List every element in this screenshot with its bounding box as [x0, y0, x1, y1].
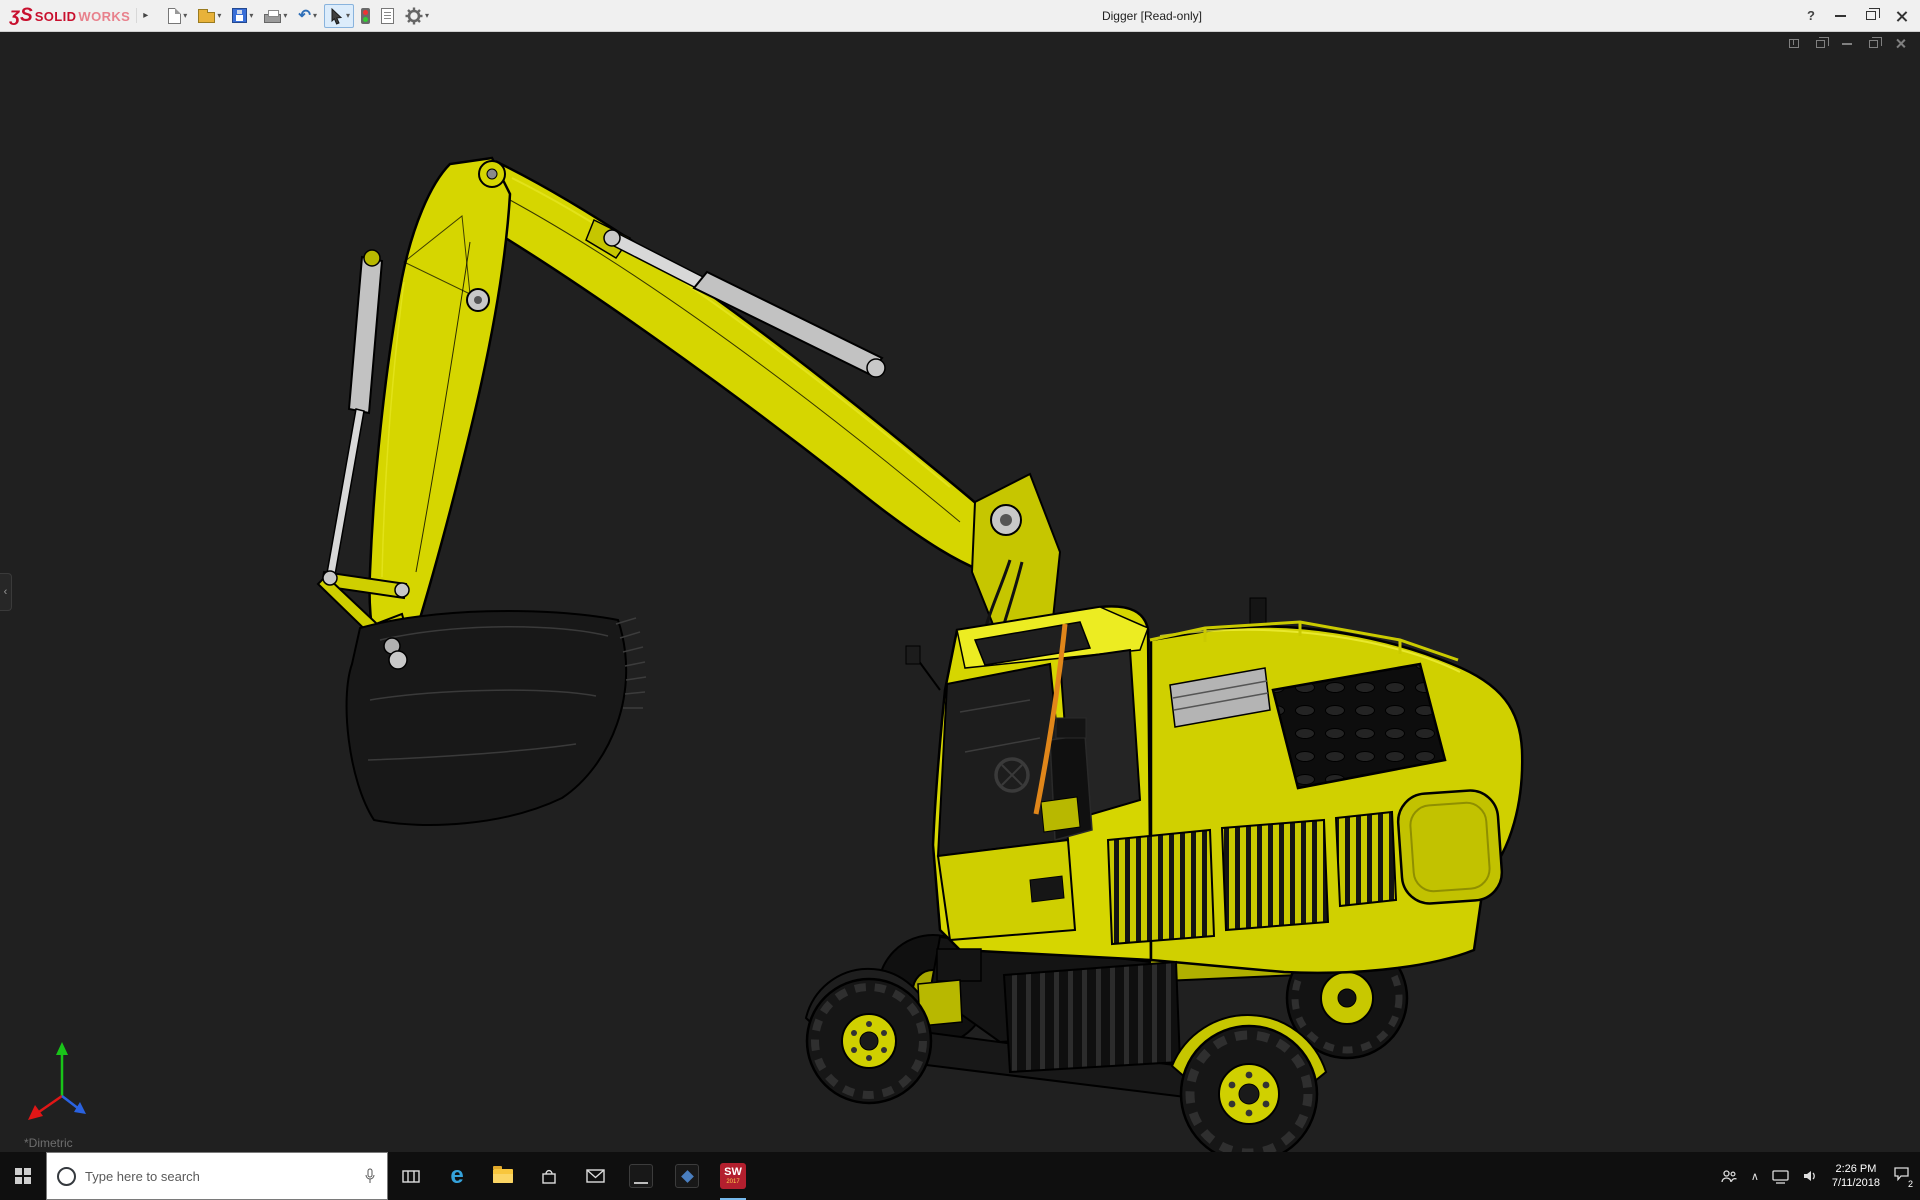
notification-badge: 2 [1906, 1179, 1914, 1189]
open-button[interactable]: ▾ [194, 4, 225, 28]
minimize-button[interactable] [1835, 14, 1846, 17]
engine-body [1106, 597, 1524, 975]
new-document-icon [168, 7, 182, 24]
mail-button[interactable] [572, 1152, 618, 1200]
document-restore-icon[interactable] [1869, 36, 1882, 48]
volume-icon[interactable] [1802, 1169, 1819, 1183]
clock-date: 7/11/2018 [1831, 1177, 1880, 1189]
cortana-icon [57, 1166, 76, 1186]
microphone-icon[interactable] [363, 1168, 377, 1185]
file-properties-button[interactable] [377, 4, 398, 28]
solidworks-app-icon: SW 2017 [720, 1163, 746, 1189]
window-title: Digger [Read-only] [1101, 8, 1203, 23]
help-button[interactable]: ? [1807, 8, 1815, 23]
windows-taskbar: Type here to search e SW 2017 ∧ 2:26 PM … [0, 1152, 1920, 1200]
undo-icon: ↶ [298, 7, 311, 24]
save-icon [232, 8, 248, 23]
chevron-down-icon[interactable]: ▾ [217, 11, 221, 20]
system-tray: ∧ 2:26 PM 7/11/2018 2 [1720, 1162, 1920, 1191]
3d-viewer-icon [675, 1164, 699, 1188]
rebuild-button[interactable] [357, 4, 374, 28]
network-icon[interactable] [1772, 1169, 1789, 1184]
file-explorer-button[interactable] [480, 1152, 526, 1200]
graphics-viewport[interactable]: ‹ *Dimetric [0, 32, 1920, 1152]
chevron-down-icon[interactable]: ▾ [346, 11, 350, 20]
axis-triad [28, 1042, 86, 1120]
wheel-front-left [805, 977, 933, 1105]
chevron-down-icon[interactable]: ▾ [183, 11, 187, 20]
clock-time: 2:26 PM [1835, 1162, 1877, 1175]
document-window-controls [1789, 36, 1906, 49]
options-button[interactable]: ▾ [401, 4, 433, 28]
gear-icon [405, 7, 423, 24]
new-document-button[interactable]: ▾ [164, 4, 191, 28]
open-folder-icon [198, 8, 216, 23]
view-orientation-label: *Dimetric [24, 1136, 73, 1150]
document-close-icon[interactable] [1895, 38, 1906, 49]
titlebar-window-controls: ? [1807, 8, 1920, 23]
solidworks-logo-icon: ʒS [10, 5, 33, 26]
brand-works: WORKS [78, 9, 131, 24]
command-prompt-button[interactable] [618, 1152, 664, 1200]
command-prompt-icon [629, 1164, 653, 1188]
bucket [345, 609, 647, 826]
taskbar-search-box[interactable]: Type here to search [46, 1152, 388, 1200]
mail-envelope-icon [585, 1169, 605, 1183]
x-axis-arrow [28, 1105, 43, 1120]
document-minimize-icon[interactable] [1842, 42, 1852, 45]
undo-button[interactable]: ↶ ▾ [294, 4, 321, 28]
solidworks-logo: ʒS SOLID WORKS [0, 6, 136, 25]
task-view-icon [402, 1169, 420, 1183]
hidden-icons-chevron[interactable]: ∧ [1751, 1170, 1759, 1183]
file-explorer-icon [493, 1166, 513, 1183]
store-button[interactable] [526, 1152, 572, 1200]
print-button[interactable]: ▾ [260, 4, 291, 28]
file-properties-icon [380, 7, 394, 24]
chevron-down-icon[interactable]: ▾ [313, 11, 317, 20]
taskbar-clock[interactable]: 2:26 PM 7/11/2018 [1832, 1162, 1880, 1191]
print-icon [264, 9, 282, 23]
search-placeholder: Type here to search [85, 1168, 200, 1184]
edge-icon: e [450, 1162, 464, 1189]
close-button[interactable] [1896, 10, 1908, 22]
chevron-down-icon[interactable]: ▾ [283, 11, 287, 20]
windows-logo-icon [15, 1168, 31, 1184]
edge-button[interactable]: e [434, 1152, 480, 1200]
action-center-button[interactable]: 2 [1893, 1166, 1914, 1189]
new-window-icon[interactable] [1789, 39, 1799, 48]
brand-solid: SOLID [34, 9, 77, 24]
quick-access-toolbar: ▾ ▾ ▾ ▾ ↶ ▾ ▾ ▾ [164, 3, 433, 28]
task-view-button[interactable] [388, 1152, 434, 1200]
y-axis-arrow [56, 1042, 68, 1055]
digger-3d-model[interactable] [0, 32, 1920, 1152]
cascade-windows-icon[interactable] [1816, 36, 1829, 48]
people-icon[interactable] [1720, 1169, 1738, 1184]
select-button[interactable]: ▾ [323, 3, 354, 28]
side-mirror [905, 645, 921, 665]
chevron-down-icon[interactable]: ▾ [425, 11, 429, 20]
select-cursor-icon [331, 7, 343, 25]
3d-viewer-button[interactable] [664, 1152, 710, 1200]
solidworks-taskbar-button[interactable]: SW 2017 [710, 1152, 756, 1200]
maximize-restore-button[interactable] [1866, 8, 1880, 20]
center-step-block [1002, 960, 1182, 1074]
save-button[interactable]: ▾ [228, 4, 257, 28]
store-bag-icon [542, 1169, 556, 1184]
rear-access-panel [1396, 789, 1504, 905]
menu-flyout-button[interactable]: ▸ [136, 8, 154, 23]
wheel-front-right [1179, 1024, 1319, 1152]
rebuild-stoplight-icon [360, 7, 370, 24]
chevron-down-icon[interactable]: ▾ [249, 11, 253, 20]
boom-base-bracket [970, 472, 1062, 634]
boom [474, 160, 1020, 582]
start-button[interactable] [0, 1152, 46, 1200]
titlebar: ʒS SOLID WORKS ▸ ▾ ▾ ▾ ▾ ↶ ▾ ▾ ▾ Digger … [0, 0, 1920, 32]
